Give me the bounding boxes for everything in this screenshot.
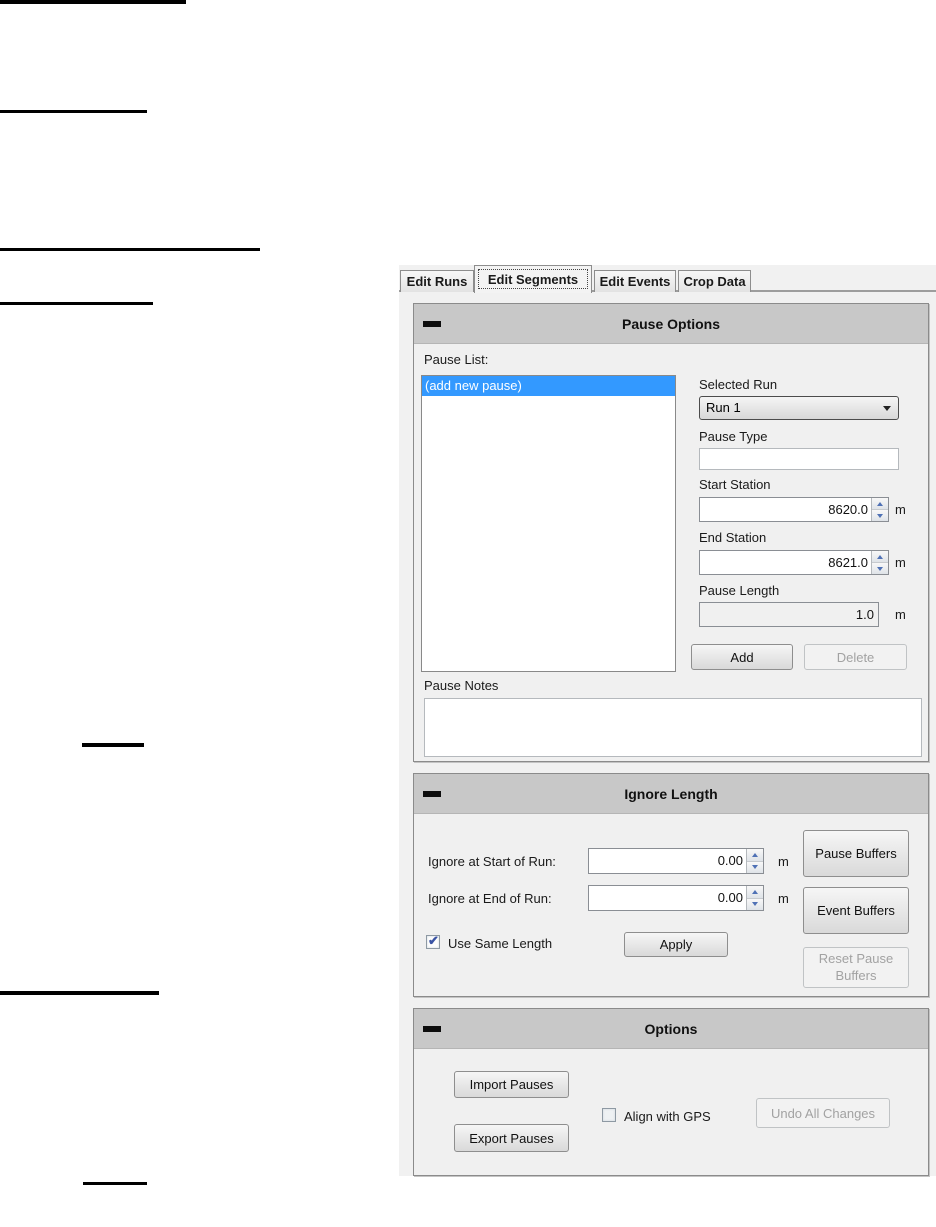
use-same-length-checkbox[interactable]: ✔ (426, 933, 440, 949)
selected-run-value: Run 1 (706, 400, 741, 415)
panel-title: Options (644, 1021, 698, 1037)
pause-notes-label: Pause Notes (424, 678, 499, 693)
spin-buttons (746, 849, 763, 873)
spin-buttons (871, 551, 888, 574)
spin-down-icon[interactable] (747, 861, 763, 873)
tab-label: Crop Data (683, 274, 746, 289)
ignore-start-unit: m (778, 854, 789, 869)
spin-up-icon[interactable] (872, 498, 888, 510)
ignore-start-value: 0.00 (717, 853, 743, 868)
document-underline (82, 743, 144, 747)
align-with-gps-checkbox[interactable] (602, 1108, 616, 1122)
ignore-end-unit: m (778, 891, 789, 906)
tab-label: Edit Events (599, 274, 671, 289)
spin-down-icon[interactable] (872, 563, 888, 574)
panel-title: Pause Options (621, 316, 721, 332)
document-underline (0, 302, 153, 305)
end-station-label: End Station (699, 530, 767, 545)
document-underline (0, 0, 186, 4)
end-station-unit: m (895, 555, 906, 570)
ignore-end-stepper[interactable]: 0.00 (588, 885, 764, 911)
use-same-length-label: Use Same Length (448, 936, 553, 951)
spin-up-icon[interactable] (747, 849, 763, 862)
document-underline (0, 248, 260, 251)
pause-notes-input[interactable] (424, 698, 922, 757)
pause-length-field: 1.0 (699, 602, 879, 627)
start-station-label: Start Station (699, 477, 771, 492)
pause-list-label: Pause List: (424, 352, 489, 367)
ignore-length-panel: Ignore Length Ignore at Start of Run: 0.… (413, 773, 929, 997)
tab-edit-events[interactable]: Edit Events (594, 270, 676, 292)
spin-down-icon[interactable] (872, 510, 888, 521)
import-pauses-button[interactable]: Import Pauses (454, 1071, 569, 1098)
start-station-unit: m (895, 502, 906, 517)
spin-up-icon[interactable] (872, 551, 888, 563)
ignore-end-value: 0.00 (717, 890, 743, 905)
ignore-start-stepper[interactable]: 0.00 (588, 848, 764, 874)
tab-focus-rect (478, 269, 588, 289)
pause-length-value: 1.0 (855, 607, 874, 622)
checkmark-icon: ✔ (428, 933, 439, 948)
start-station-stepper[interactable]: 8620.0 (699, 497, 889, 522)
list-item[interactable]: (add new pause) (422, 376, 675, 396)
add-button[interactable]: Add (691, 644, 793, 670)
pause-options-panel: Pause Options Pause List: (add new pause… (413, 303, 929, 762)
tab-label: Edit Runs (406, 274, 468, 289)
spin-down-icon[interactable] (747, 898, 763, 910)
tab-crop-data[interactable]: Crop Data (678, 270, 751, 292)
ignore-length-header: Ignore Length (414, 774, 928, 814)
ignore-start-label: Ignore at Start of Run: (428, 854, 556, 869)
tab-edit-segments[interactable]: Edit Segments (474, 265, 592, 293)
pause-type-input[interactable] (699, 448, 899, 470)
pause-list[interactable]: (add new pause) (421, 375, 676, 672)
start-station-value: 8620.0 (828, 502, 868, 517)
document-underline (83, 1182, 147, 1185)
end-station-stepper[interactable]: 8621.0 (699, 550, 889, 575)
apply-button[interactable]: Apply (624, 932, 728, 957)
pause-buffers-button[interactable]: Pause Buffers (803, 830, 909, 877)
export-pauses-button[interactable]: Export Pauses (454, 1124, 569, 1152)
document-underline (0, 991, 159, 995)
pause-options-header: Pause Options (414, 304, 928, 344)
options-header: Options (414, 1009, 928, 1049)
pause-length-unit: m (895, 607, 906, 622)
spin-buttons (871, 498, 888, 521)
reset-pause-buffers-button[interactable]: Reset Pause Buffers (803, 947, 909, 988)
delete-button[interactable]: Delete (804, 644, 907, 670)
ignore-end-label: Ignore at End of Run: (428, 891, 552, 906)
spin-buttons (746, 886, 763, 910)
event-buffers-button[interactable]: Event Buffers (803, 887, 909, 934)
tab-edit-runs[interactable]: Edit Runs (400, 270, 474, 292)
panel-title: Ignore Length (624, 786, 718, 802)
undo-all-changes-button[interactable]: Undo All Changes (756, 1098, 890, 1128)
end-station-value: 8621.0 (828, 555, 868, 570)
options-panel: Options Import Pauses Export Pauses Alig… (413, 1008, 929, 1176)
spin-up-icon[interactable] (747, 886, 763, 899)
selected-run-label: Selected Run (699, 377, 778, 392)
pause-length-label: Pause Length (699, 583, 780, 598)
chevron-down-icon (883, 406, 891, 411)
document-underline (0, 110, 147, 113)
pause-type-label: Pause Type (699, 429, 768, 444)
page: Edit Runs Edit Segments Edit Events Crop… (0, 0, 936, 1227)
selected-run-dropdown[interactable]: Run 1 (699, 396, 899, 420)
align-with-gps-label: Align with GPS (624, 1109, 711, 1124)
